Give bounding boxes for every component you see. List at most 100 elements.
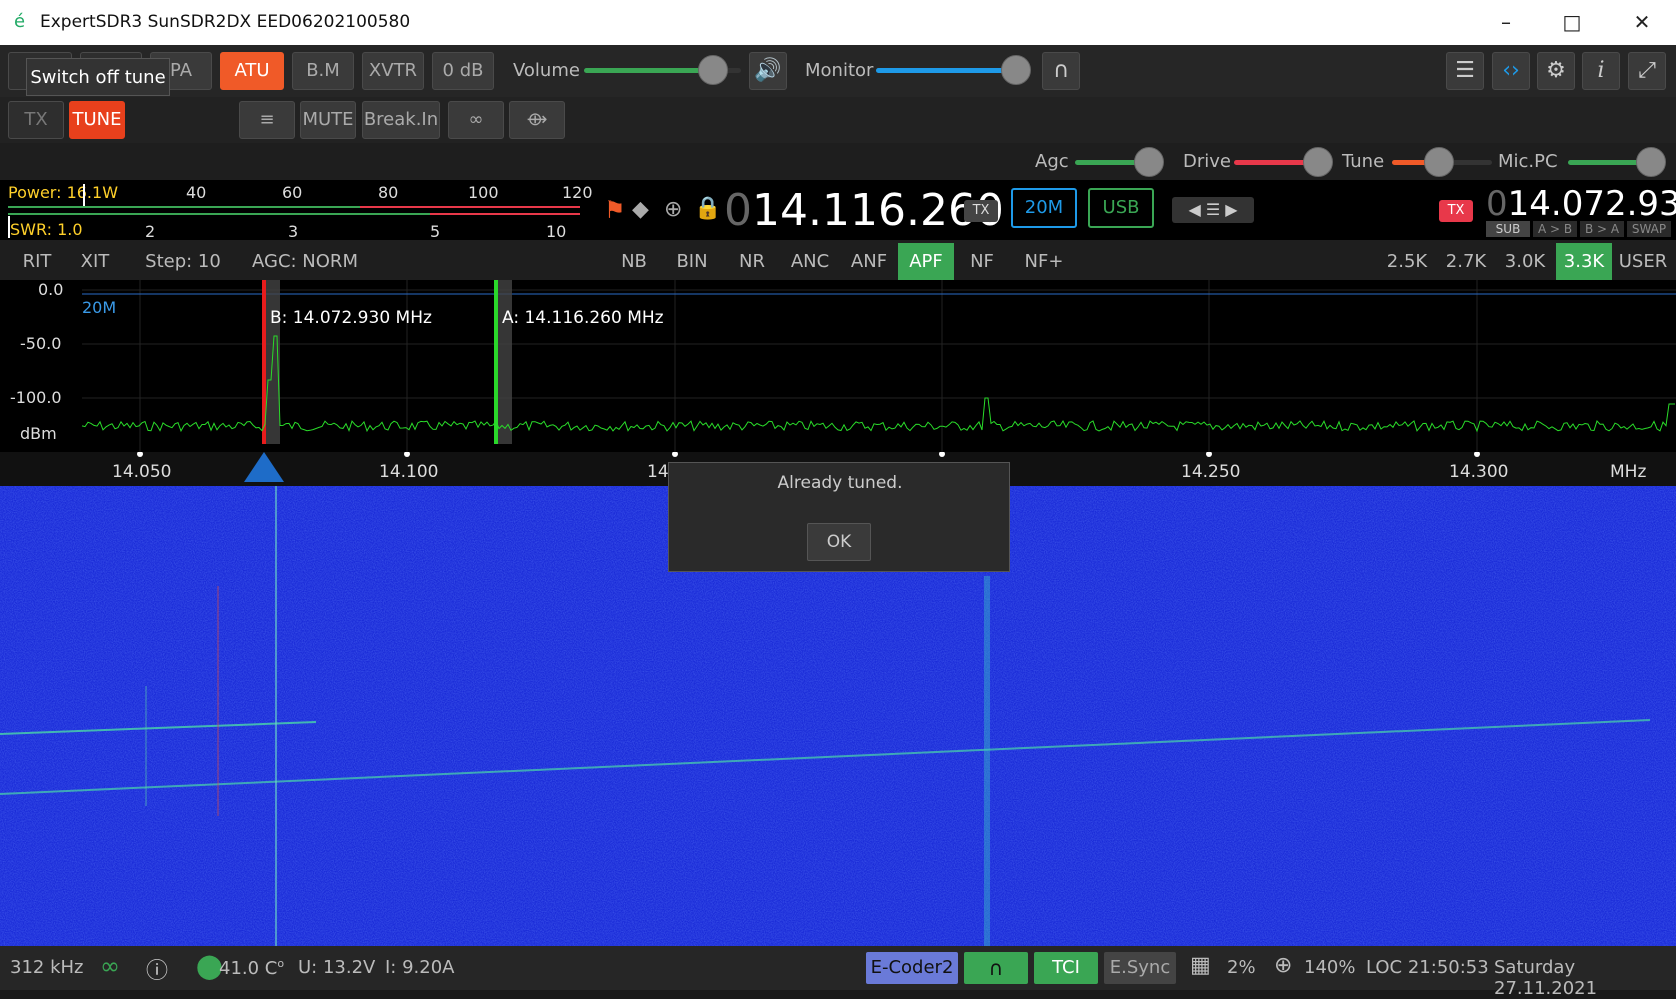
- menu-list-icon[interactable]: ☰: [1446, 52, 1484, 90]
- mute-button[interactable]: MUTE: [300, 101, 356, 139]
- monitor-knob[interactable]: [1001, 55, 1032, 85]
- bandwidth-button-2[interactable]: 3.0K: [1500, 243, 1550, 281]
- record-icon[interactable]: ⟴: [509, 101, 565, 139]
- vfo-b-digits: 14.072.930: [1507, 184, 1676, 224]
- date-readout: Saturday 27.11.2021: [1494, 957, 1598, 999]
- micpc-label: Mic.PC: [1498, 151, 1558, 172]
- window-title: ExpertSDR3 SunSDR2DX EED06202100580: [40, 12, 411, 32]
- agc-label: Agc: [1035, 151, 1069, 172]
- atu-button[interactable]: ATU: [220, 52, 284, 90]
- a-to-b-button[interactable]: A > B: [1533, 221, 1577, 237]
- tci-button[interactable]: TCI: [1034, 952, 1098, 984]
- vfo-b-tx-tag[interactable]: TX: [1439, 200, 1473, 222]
- tune-knob[interactable]: [1424, 147, 1454, 177]
- power-swr-meter: Power: 16.1W 40 60 80 100 120 SWR: 1.0 2…: [0, 180, 593, 241]
- filter-button-6[interactable]: NF: [962, 243, 1002, 281]
- equalizer-icon[interactable]: ≡: [239, 101, 295, 139]
- bookmark-icon[interactable]: ⚑: [604, 196, 626, 224]
- speaker-icon[interactable]: 🔊: [749, 52, 787, 90]
- vfo-a-frequency[interactable]: 014.116.260: [724, 185, 1004, 236]
- maximize-button[interactable]: □: [1542, 0, 1602, 45]
- lock-icon[interactable]: 🔒: [694, 196, 721, 221]
- swr-tick: 2: [145, 222, 156, 241]
- add-memory-icon[interactable]: ⊕: [664, 197, 682, 222]
- xit-button[interactable]: XIT: [76, 243, 114, 281]
- power-reading: Power: 16.1W: [8, 183, 119, 202]
- db-tick: 0.0: [38, 280, 64, 299]
- volume-knob[interactable]: [697, 55, 728, 85]
- b-to-a-button[interactable]: B > A: [1580, 221, 1624, 237]
- span-readout: 312 kHz: [10, 957, 84, 978]
- power-tick: 80: [378, 183, 399, 202]
- temperature-readout: 41.0 Co: [219, 957, 284, 979]
- filter-button-0[interactable]: NB: [614, 243, 654, 281]
- code-icon[interactable]: ‹›: [1492, 52, 1530, 90]
- filter-button-3[interactable]: ANC: [790, 243, 830, 281]
- filter-button-1[interactable]: BIN: [672, 243, 712, 281]
- dialog-ok-button[interactable]: OK: [807, 523, 871, 561]
- filter-button-7[interactable]: NF+: [1020, 243, 1068, 281]
- current-readout: I: 9.20A: [385, 957, 455, 978]
- volume-label: Volume: [513, 60, 580, 81]
- attenuator-button[interactable]: 0 dB: [432, 52, 494, 90]
- monitor-slider[interactable]: [876, 68, 1022, 73]
- power-tick: 100: [468, 183, 499, 202]
- drive-knob[interactable]: [1303, 147, 1333, 177]
- power-tick: 60: [282, 183, 303, 202]
- info-icon[interactable]: i: [1582, 52, 1620, 90]
- voltage-readout: U: 13.2V: [298, 957, 376, 978]
- gear-icon[interactable]: ⚙: [1537, 52, 1575, 90]
- bandwidth-button-3[interactable]: 3.3K: [1556, 243, 1612, 281]
- dialog-message: Already tuned.: [777, 473, 903, 493]
- vfo-a-tx-tag[interactable]: TX: [964, 200, 998, 222]
- agc-knob[interactable]: [1134, 147, 1164, 177]
- swr-tick: 10: [546, 222, 567, 241]
- vfo-b-frequency[interactable]: 014.072.930: [1486, 184, 1676, 224]
- link-icon[interactable]: ∞: [100, 952, 120, 980]
- info-circle-icon[interactable]: ⓘ: [146, 953, 168, 985]
- fullscreen-icon[interactable]: ⤢: [1628, 52, 1666, 90]
- cpu-readout: 2%: [1227, 957, 1256, 978]
- close-button[interactable]: ✕: [1612, 0, 1672, 45]
- minimize-button[interactable]: –: [1476, 0, 1536, 45]
- ecoder-button[interactable]: E-Coder2: [866, 952, 958, 984]
- vfo-b-marker-label: B: 14.072.930 MHz: [270, 308, 432, 328]
- spectrum-panel[interactable]: 20M 0.0 -50.0 -100.0 dBm B: 14.072.930 M…: [0, 280, 1676, 452]
- swr-reading: SWR: 1.0: [10, 220, 83, 239]
- rit-button[interactable]: RIT: [18, 243, 56, 281]
- headphones-status-icon[interactable]: ∩: [964, 952, 1028, 984]
- toolbar-row-3: Agc Drive Tune Mic.PC: [0, 143, 1676, 180]
- step-selector[interactable]: Step: 10 Hz: [132, 243, 234, 310]
- voicemail-icon[interactable]: ∞: [448, 101, 504, 139]
- band-selector[interactable]: 20M: [1011, 188, 1077, 228]
- micpc-knob[interactable]: [1636, 147, 1666, 177]
- tune-button[interactable]: TUNE: [69, 101, 125, 139]
- bandwidth-button-4[interactable]: USER: [1616, 243, 1670, 281]
- vfo-step-control[interactable]: ◀ ☰ ▶: [1172, 197, 1254, 223]
- swap-button[interactable]: SWAP: [1627, 221, 1671, 237]
- headphones-icon[interactable]: ∩: [1042, 52, 1080, 90]
- cpu-icon: ▦: [1190, 953, 1211, 978]
- bandwidth-button-0[interactable]: 2.5K: [1382, 243, 1432, 281]
- spectrum-band-label: 20M: [82, 298, 117, 317]
- vfo-b-leading-digit: 0: [1486, 184, 1508, 224]
- toolbar-row-2: TX TUNE ≡ MUTE Break.In ∞ ⟴: [0, 97, 1676, 143]
- bm-button[interactable]: B.M: [292, 52, 354, 90]
- app-icon: é: [14, 11, 26, 32]
- filter-button-5[interactable]: APF: [898, 243, 954, 281]
- filter-button-2[interactable]: NR: [732, 243, 772, 281]
- tx-button[interactable]: TX: [8, 101, 64, 139]
- esync-button[interactable]: E.Sync: [1104, 952, 1176, 984]
- breakin-button[interactable]: Break.In: [362, 101, 440, 139]
- mode-selector[interactable]: USB: [1088, 188, 1154, 228]
- filter-button-4[interactable]: ANF: [849, 243, 889, 281]
- agc-mode-selector[interactable]: AGC: NORM: [252, 243, 358, 281]
- vfo-a-leading-digit: 0: [724, 185, 752, 236]
- power-tick: 40: [186, 183, 207, 202]
- sub-button[interactable]: SUB: [1486, 221, 1530, 237]
- eraser-icon[interactable]: ◆: [632, 197, 649, 222]
- bandwidth-button-1[interactable]: 2.7K: [1441, 243, 1491, 281]
- zoom-icon[interactable]: ⊕: [1274, 953, 1292, 978]
- db-unit-label: dBm: [20, 424, 57, 443]
- xvtr-button[interactable]: XVTR: [362, 52, 424, 90]
